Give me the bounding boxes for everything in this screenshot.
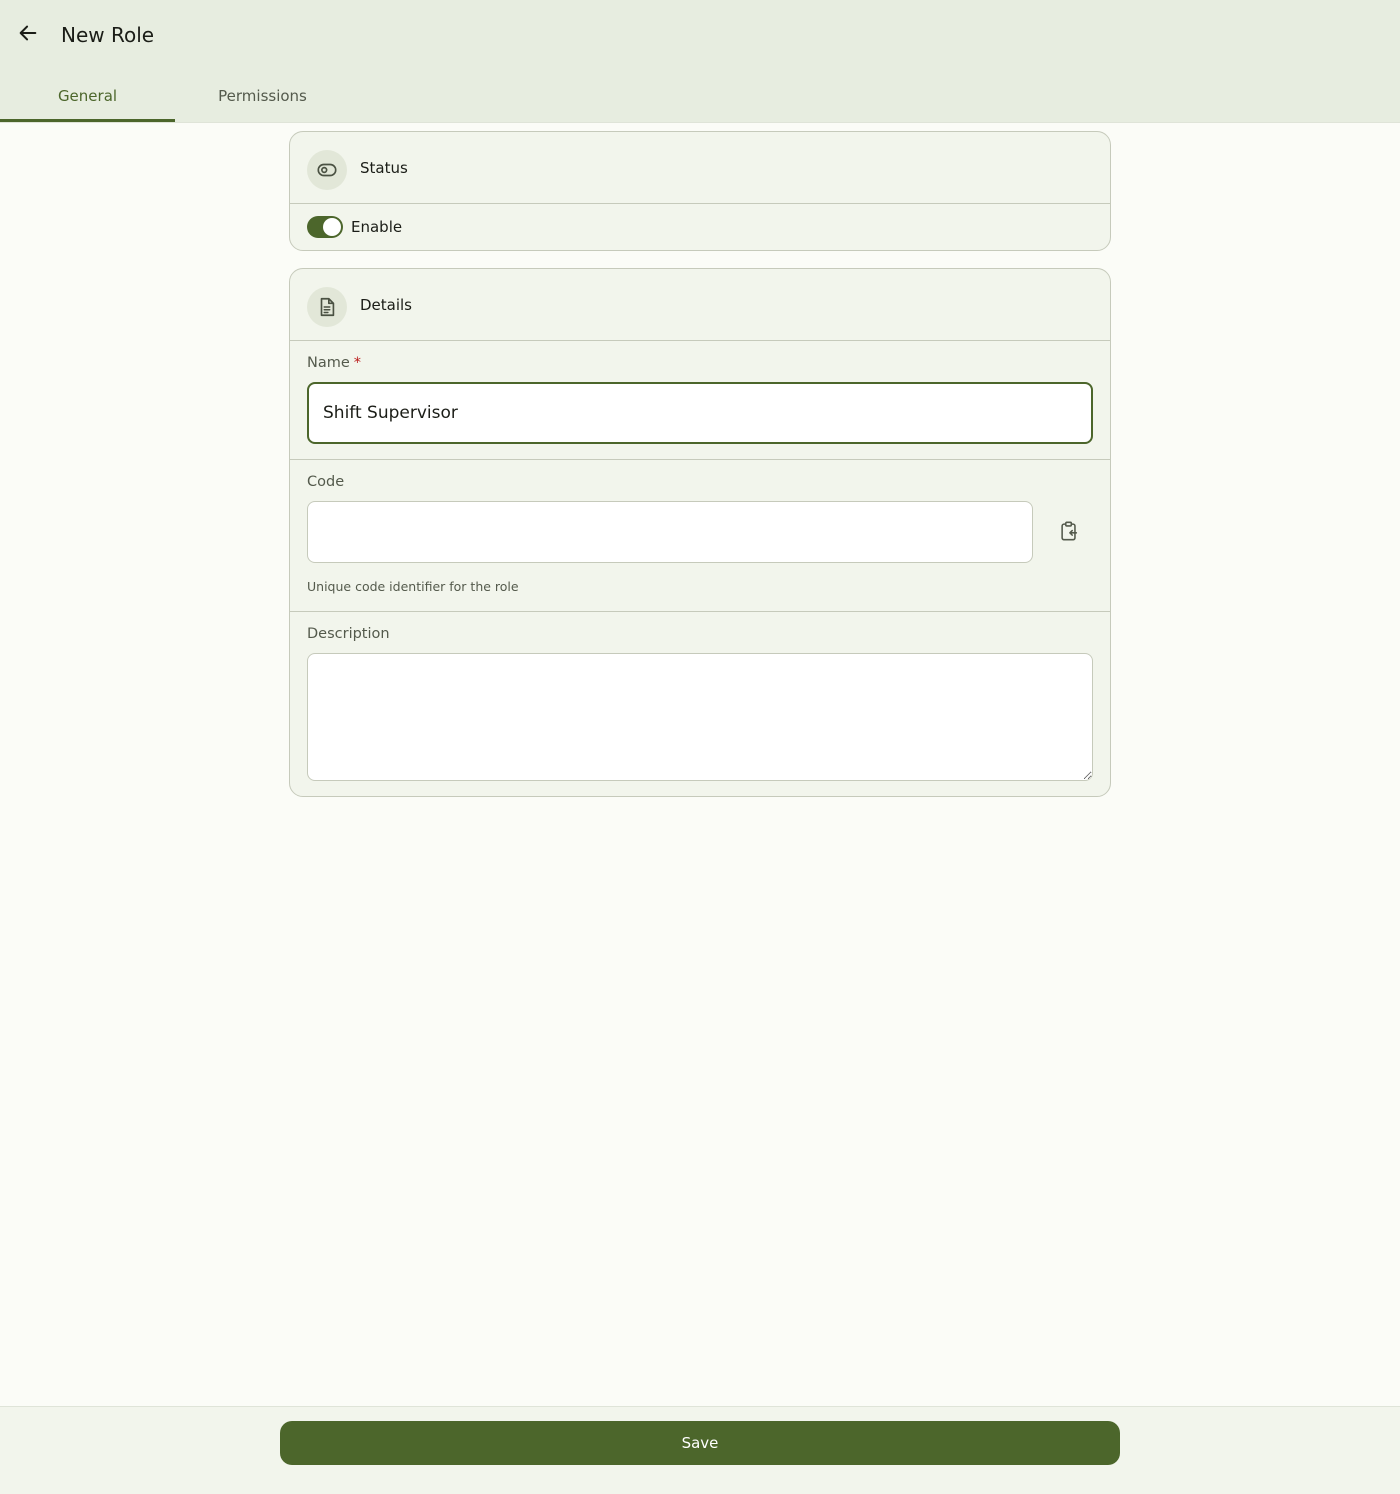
code-field-label: Code: [307, 474, 345, 490]
clipboard-paste-icon: [1058, 520, 1080, 546]
enable-toggle-label: Enable: [351, 218, 403, 236]
status-card: Status Enable: [289, 131, 1111, 251]
toggle-knob: [323, 218, 341, 236]
divider: [290, 611, 1110, 612]
eye-icon: [307, 150, 347, 190]
page-title: New Role: [61, 23, 155, 47]
bottom-action-bar: Save: [0, 1406, 1400, 1494]
back-button[interactable]: [12, 19, 44, 51]
divider: [290, 459, 1110, 460]
required-marker: *: [353, 355, 362, 371]
details-card-title: Details: [360, 296, 413, 314]
name-label-text: Name: [307, 355, 350, 371]
save-button[interactable]: Save: [280, 1421, 1120, 1465]
code-input[interactable]: [307, 501, 1033, 563]
description-textarea[interactable]: [307, 653, 1093, 781]
arrow-left-icon: [17, 22, 39, 48]
name-input[interactable]: [307, 382, 1093, 444]
code-helper-text: Unique code identifier for the role: [307, 579, 519, 594]
paste-code-button[interactable]: [1053, 517, 1085, 549]
document-icon: [307, 287, 347, 327]
active-tab-indicator: [0, 119, 175, 122]
details-card: Details Name* Code Unique code identifie…: [289, 268, 1111, 797]
tab-permissions-label: Permissions: [218, 87, 307, 105]
tab-general[interactable]: General: [0, 74, 175, 122]
name-field-label: Name *: [307, 355, 361, 371]
status-card-title: Status: [360, 159, 408, 177]
enable-toggle[interactable]: [307, 216, 343, 238]
top-app-bar: New Role General Permissions: [0, 0, 1400, 123]
tab-general-label: General: [57, 87, 118, 105]
details-card-header: Details: [290, 269, 1110, 341]
description-field-label: Description: [307, 626, 390, 642]
tab-permissions[interactable]: Permissions: [175, 74, 350, 122]
status-card-header: Status: [290, 132, 1110, 204]
